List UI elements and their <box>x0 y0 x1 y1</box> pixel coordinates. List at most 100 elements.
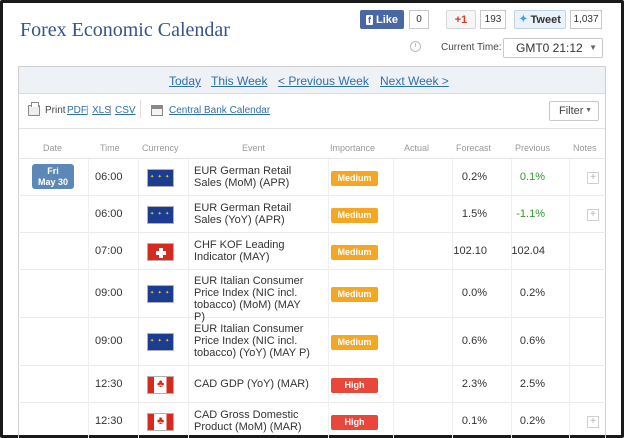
column-divider <box>138 366 139 403</box>
column-divider <box>188 159 189 196</box>
importance-badge: Medium <box>331 171 378 186</box>
timezone-select[interactable]: GMT0 21:12 ▼ <box>503 38 603 58</box>
column-header-previous: Previous <box>515 143 551 153</box>
current-time-label: Current Time: <box>441 42 502 53</box>
timezone-value: GMT0 21:12 <box>516 41 583 55</box>
column-divider <box>452 318 453 366</box>
column-divider <box>452 366 453 403</box>
importance-badge: Medium <box>331 245 378 260</box>
column-divider <box>328 270 329 318</box>
event-name-line: Product (MoM) (MAR) <box>194 421 302 433</box>
column-divider <box>88 403 89 438</box>
previous-value: 0.2% <box>519 415 545 427</box>
column-header-date: Date <box>43 143 63 153</box>
column-divider <box>393 196 394 233</box>
event-name[interactable]: EUR German Retail Sales (YoY) (APR) <box>194 202 314 226</box>
google-plus-button[interactable]: +1 <box>446 10 476 29</box>
column-divider <box>138 403 139 438</box>
facebook-like-label: Like <box>375 13 398 26</box>
event-name-line: tobacco) (YoY) (MAY P) <box>194 347 310 359</box>
event-time: 12:30 <box>95 415 123 427</box>
column-divider <box>393 318 394 366</box>
column-divider <box>138 270 139 318</box>
column-divider <box>452 159 453 196</box>
event-name[interactable]: EUR Italian Consumer Price Index (NIC inc… <box>194 275 314 323</box>
event-name[interactable]: CHF KOF Leading Indicator (MAY) <box>194 239 314 263</box>
eu-flag-icon <box>147 169 174 187</box>
nav-today-link[interactable]: Today <box>169 74 201 88</box>
event-name-line: EUR German Retail <box>194 165 292 177</box>
page-title: Forex Economic Calendar <box>20 19 230 41</box>
column-divider <box>569 318 570 366</box>
central-bank-calendar-link[interactable]: Central Bank Calendar <box>169 105 270 116</box>
chevron-down-icon: ▼ <box>585 107 592 114</box>
column-header-notes: Notes <box>573 143 597 153</box>
table-row: FriMay 30 06:00 EUR German RetailSales (Mo… <box>18 159 606 196</box>
column-divider <box>393 159 394 196</box>
column-divider <box>138 196 139 233</box>
eu-flag-icon <box>147 285 174 303</box>
add-note-icon[interactable]: + <box>587 416 599 428</box>
column-header-currency: Currency <box>142 143 179 153</box>
add-note-icon[interactable]: + <box>587 209 599 221</box>
clock-icon <box>410 41 421 52</box>
event-name[interactable]: EUR Italian Consumer Price Index (NIC inc… <box>194 323 314 359</box>
column-divider <box>393 403 394 438</box>
calendar-icon <box>151 105 163 116</box>
column-header-time: Time <box>100 143 120 153</box>
google-plus-count: 193 <box>480 10 506 29</box>
add-note-icon[interactable]: + <box>587 172 599 184</box>
table-header: Date Time Currency Event Importance Actu… <box>18 139 606 159</box>
event-name[interactable]: EUR German Retail Sales (MoM) (APR) <box>194 165 314 189</box>
nav-next-week-link[interactable]: Next Week > <box>380 74 449 88</box>
printer-icon[interactable] <box>28 102 40 116</box>
nav-previous-week-link[interactable]: < Previous Week <box>278 74 369 88</box>
tweet-button[interactable]: ✦ Tweet <box>514 10 566 29</box>
event-name-line: EUR Italian Consumer <box>194 323 304 335</box>
event-name-line: CHF KOF Leading <box>194 239 285 251</box>
importance-badge: High <box>331 415 378 430</box>
table-row: 12:30 CAD GDP (YoY) (MAR) High 2.3% 2.5% <box>18 366 606 403</box>
eu-flag-icon <box>147 333 174 351</box>
canada-flag-icon <box>147 413 174 431</box>
nav-this-week-link[interactable]: This Week <box>211 74 267 88</box>
event-name[interactable]: CAD Gross Domestic Product (MoM) (MAR) <box>194 409 314 433</box>
column-divider <box>188 233 189 270</box>
column-divider <box>511 196 512 233</box>
column-divider <box>88 233 89 270</box>
event-name-line: Price Index (NIC incl. <box>194 287 298 299</box>
table-row: 09:00 EUR Italian ConsumerPrice Index (NI… <box>18 318 606 366</box>
facebook-like-button[interactable]: f Like <box>360 10 404 29</box>
column-divider <box>88 196 89 233</box>
column-divider <box>88 270 89 318</box>
column-divider <box>511 366 512 403</box>
column-divider <box>452 403 453 438</box>
event-name[interactable]: CAD GDP (YoY) (MAR) <box>194 378 314 390</box>
tweet-label: Tweet <box>530 13 561 26</box>
importance-badge: High <box>331 378 378 393</box>
forecast-value: 0.6% <box>461 335 487 347</box>
event-name-line: EUR Italian Consumer <box>194 275 304 287</box>
column-divider <box>328 159 329 196</box>
column-header-event: Event <box>242 143 266 153</box>
previous-value: 0.1% <box>519 171 545 183</box>
print-pdf-link[interactable]: PDF <box>67 105 87 116</box>
event-time: 07:00 <box>95 245 123 257</box>
facebook-like-count: 0 <box>409 10 429 29</box>
column-divider <box>569 366 570 403</box>
print-csv-link[interactable]: CSV <box>115 105 136 116</box>
event-time: 09:00 <box>95 287 123 299</box>
filter-button[interactable]: Filter ▼ <box>549 101 599 121</box>
previous-value: 2.5% <box>519 378 545 390</box>
column-divider <box>393 270 394 318</box>
column-divider <box>328 233 329 270</box>
table-row: 07:00 CHF KOF Leading Indicator (MAY) Mediu… <box>18 233 606 270</box>
column-divider <box>569 233 570 270</box>
column-divider <box>569 159 570 196</box>
date-badge-date: May 30 <box>37 177 69 187</box>
column-divider <box>188 270 189 318</box>
column-divider <box>138 233 139 270</box>
column-header-importance: Importance <box>330 143 376 153</box>
tweet-count: 1,037 <box>570 10 602 29</box>
column-divider <box>188 318 189 366</box>
